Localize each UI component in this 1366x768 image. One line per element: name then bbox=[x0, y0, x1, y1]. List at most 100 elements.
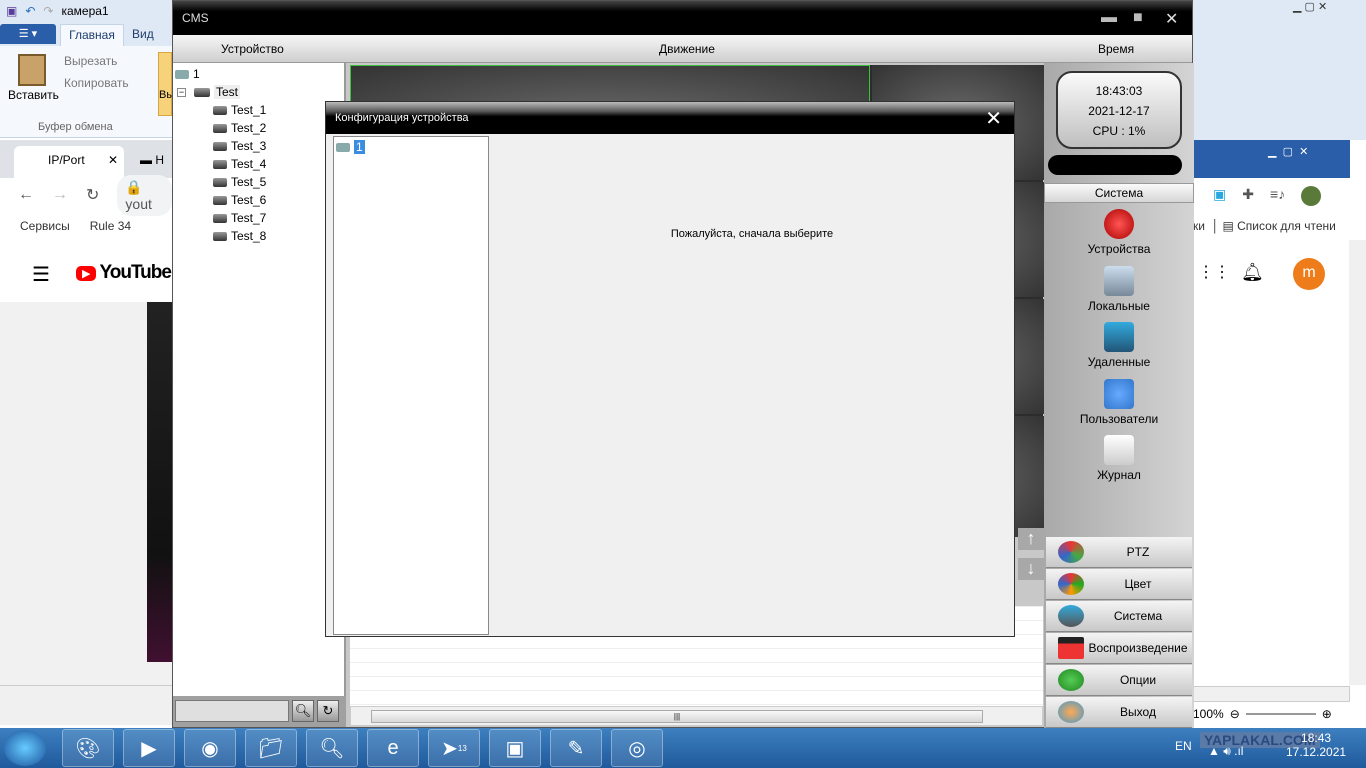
taskbar-webcam[interactable]: ◎ bbox=[611, 729, 663, 767]
button-playback[interactable]: Воспроизведение bbox=[1046, 633, 1192, 664]
paste-button[interactable]: Вставить bbox=[8, 88, 59, 102]
taskbar-notepad[interactable]: ✎ bbox=[550, 729, 602, 767]
taskbar-search-app[interactable]: 🔍︎ bbox=[306, 729, 358, 767]
taskbar-media-player[interactable]: ▶ bbox=[123, 729, 175, 767]
bookmark-services[interactable]: Сервисы bbox=[20, 219, 70, 233]
paint-title: камера1 bbox=[61, 4, 109, 18]
menu-icon[interactable]: ☰ bbox=[32, 262, 50, 287]
bell-icon[interactable]: 🔔︎ bbox=[1241, 262, 1264, 283]
tree-camera[interactable]: Test_7 bbox=[213, 211, 266, 225]
button-ptz[interactable]: PTZ bbox=[1046, 537, 1192, 568]
taskbar-photos[interactable]: ▣ bbox=[489, 729, 541, 767]
chrome-window-controls[interactable]: ▁ ▢ ✕ bbox=[1268, 145, 1308, 158]
key-extension-icon[interactable]: ▣ bbox=[1213, 186, 1226, 206]
system-item[interactable]: Удаленные bbox=[1044, 322, 1194, 369]
tree-camera[interactable]: Test_6 bbox=[213, 193, 266, 207]
close-tab-icon[interactable]: ✕ bbox=[108, 153, 118, 167]
taskbar-chrome[interactable]: ◉ bbox=[184, 729, 236, 767]
tab-home[interactable]: Главная bbox=[60, 24, 124, 46]
camera-icon bbox=[213, 231, 227, 241]
tree-camera[interactable]: Test_4 bbox=[213, 157, 266, 171]
maximize-button[interactable]: ■ bbox=[1133, 9, 1143, 27]
redo-icon[interactable]: ↷ bbox=[43, 4, 53, 18]
reload-icon[interactable]: ↻ bbox=[86, 185, 99, 205]
tree-group-test[interactable]: − Test bbox=[177, 85, 241, 99]
system-item[interactable]: Устройства bbox=[1044, 209, 1194, 256]
select-button[interactable]: Вы bbox=[158, 52, 174, 116]
button-options[interactable]: Опции bbox=[1046, 665, 1192, 696]
media-icon[interactable]: ≡♪ bbox=[1270, 186, 1285, 206]
system-item[interactable]: Пользователи bbox=[1044, 378, 1194, 426]
devices-icon bbox=[1104, 209, 1134, 239]
tree-camera[interactable]: Test_3 bbox=[213, 139, 266, 153]
button-label: Цвет bbox=[1124, 577, 1152, 591]
tab-second[interactable]: ▬ Н bbox=[140, 153, 164, 167]
avatar[interactable]: m bbox=[1293, 258, 1325, 290]
apps-icon[interactable]: ⋮⋮ bbox=[1198, 262, 1230, 282]
camera-label: Test_6 bbox=[231, 193, 267, 207]
header-motion[interactable]: Движение bbox=[659, 42, 715, 56]
camera-label: Test_7 bbox=[231, 211, 267, 225]
header-device[interactable]: Устройство bbox=[221, 42, 284, 56]
paint-ribbon: Вставить Вырезать Копировать Буфер обмен… bbox=[0, 46, 174, 138]
search-button[interactable]: 🔍︎ bbox=[292, 700, 314, 722]
cms-header: Устройство Движение Время bbox=[173, 35, 1192, 63]
button-label: Опции bbox=[1119, 673, 1157, 687]
tray-icons[interactable]: ▲ 🔊︎ .ıl bbox=[1208, 744, 1243, 759]
taskbar-explorer[interactable]: 📁︎ bbox=[245, 729, 297, 767]
dialog-tree-root[interactable]: 1 bbox=[336, 140, 365, 154]
copy-button[interactable]: Копировать bbox=[64, 76, 129, 90]
tree-search-input[interactable] bbox=[175, 700, 289, 722]
header-time[interactable]: Время bbox=[1098, 42, 1134, 56]
window-controls[interactable]: ▁ ▢ ✕ bbox=[1293, 0, 1327, 13]
reading-list[interactable]: Список для чтени bbox=[1237, 219, 1336, 233]
taskbar-paint[interactable]: 🎨︎ bbox=[62, 729, 114, 767]
back-icon[interactable]: ← bbox=[18, 186, 34, 204]
undo-icon[interactable]: ↶ bbox=[25, 4, 35, 18]
horizontal-scrollbar[interactable]: ||| bbox=[350, 706, 1043, 726]
tree-camera[interactable]: Test_1 bbox=[213, 103, 266, 117]
tree-root[interactable]: 1 bbox=[175, 67, 200, 81]
minimize-button[interactable]: ▬ bbox=[1101, 9, 1117, 27]
start-button[interactable] bbox=[4, 730, 46, 766]
tree-camera[interactable]: Test_8 bbox=[213, 229, 266, 243]
extensions-icon[interactable]: ✚ bbox=[1242, 186, 1254, 206]
system-item[interactable]: Журнал bbox=[1044, 435, 1194, 482]
zoom-control[interactable]: 100% ⊖ ⊕ bbox=[1193, 707, 1332, 721]
scroll-down-arrow[interactable]: ↓ bbox=[1018, 558, 1044, 580]
close-button[interactable]: ✕ bbox=[1165, 9, 1178, 29]
clock-display: 18:43:03 2021-12-17 CPU : 1% bbox=[1056, 71, 1182, 149]
scrollbar[interactable] bbox=[1349, 240, 1366, 685]
address-bar[interactable]: 🔒 yout bbox=[117, 174, 172, 216]
refresh-button[interactable]: ↻ bbox=[317, 700, 339, 722]
cut-button[interactable]: Вырезать bbox=[64, 54, 117, 68]
remote-config-icon bbox=[1104, 322, 1134, 352]
youtube-logo[interactable]: ▶ YouTube bbox=[76, 262, 172, 284]
tree-camera[interactable]: Test_2 bbox=[213, 121, 266, 135]
video-thumbnail[interactable] bbox=[147, 302, 172, 662]
profile-icon[interactable] bbox=[1301, 186, 1322, 206]
collapse-icon[interactable]: − bbox=[177, 87, 186, 97]
scroll-up-arrow[interactable]: ↑ bbox=[1018, 528, 1044, 550]
system-item[interactable]: Локальные bbox=[1044, 265, 1194, 313]
bookmark-rule34[interactable]: Rule 34 bbox=[90, 219, 131, 233]
horizontal-scrollbar[interactable] bbox=[1193, 686, 1350, 702]
dialog-close-button[interactable]: ✕ bbox=[985, 109, 1002, 129]
save-icon[interactable]: ▣ bbox=[6, 4, 17, 18]
taskbar-ie[interactable]: e bbox=[367, 729, 419, 767]
button-color[interactable]: Цвет bbox=[1046, 569, 1192, 600]
tab-ip-port[interactable]: IP/Port ✕ bbox=[14, 146, 124, 178]
tab-view[interactable]: Вид bbox=[132, 24, 154, 44]
users-icon bbox=[1104, 378, 1134, 409]
cms-titlebar: CMS bbox=[173, 1, 1192, 35]
language-indicator[interactable]: EN bbox=[1175, 739, 1192, 753]
button-exit[interactable]: Выход bbox=[1046, 697, 1192, 728]
system-clock[interactable]: 18:43 17.12.2021 bbox=[1286, 731, 1346, 759]
button-system[interactable]: Система bbox=[1046, 601, 1192, 632]
dialog-message: Пожалуйста, сначала выберите bbox=[670, 228, 834, 240]
taskbar-telegram[interactable]: ➤ 13 bbox=[428, 729, 480, 767]
system-item-label: Журнал bbox=[1097, 468, 1141, 482]
tree-camera[interactable]: Test_5 bbox=[213, 175, 266, 189]
paint-file-menu[interactable]: ☰ ▾ bbox=[0, 24, 56, 44]
forward-icon[interactable]: → bbox=[52, 186, 68, 204]
